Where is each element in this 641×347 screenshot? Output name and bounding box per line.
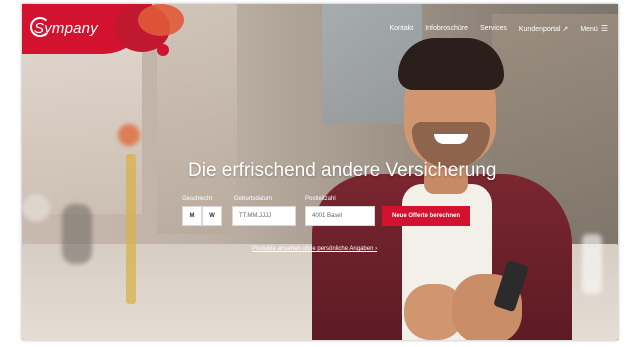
birthdate-input[interactable]: TT.MM.JJJJ [232, 206, 296, 226]
nav-menu-label: Menü [580, 26, 598, 33]
page-frame: Sympany Kontakt Infobroschüre Services K… [22, 4, 618, 340]
traffic-light-pole [126, 154, 136, 304]
form-labels: Geschlecht Geburtsdatum Postleitzahl [182, 196, 512, 206]
logo-bubble [138, 4, 184, 36]
background-pedestrian [62, 204, 92, 264]
nav-item-kontakt[interactable]: Kontakt [389, 25, 413, 32]
gender-label: Geschlecht [182, 196, 213, 202]
person-smile [434, 134, 468, 144]
logo-bubble [157, 44, 169, 56]
gender-toggle: M W [182, 206, 222, 226]
postcode-input[interactable]: 4001 Basel [305, 206, 375, 226]
hamburger-icon: ☰ [600, 24, 608, 33]
background-bokeh [22, 194, 50, 222]
traffic-light [118, 124, 140, 146]
logo[interactable]: Sympany [22, 4, 202, 66]
calculate-offer-button[interactable]: Neue Offerte berechnen [382, 206, 470, 226]
nav-item-services[interactable]: Services [480, 25, 507, 32]
nav-item-kundenportal[interactable]: Kundenportal ↗ [519, 25, 568, 33]
top-navigation: Kontakt Infobroschüre Services Kundenpor… [389, 24, 608, 33]
gender-m-button[interactable]: M [182, 206, 202, 226]
logo-text: Sympany [34, 20, 98, 37]
background-bokeh [582, 234, 602, 294]
postcode-label: Postleitzahl [305, 196, 336, 202]
nav-item-infobroschuere[interactable]: Infobroschüre [425, 25, 468, 32]
hero-person-image [312, 34, 572, 340]
person-hair [398, 38, 504, 90]
view-products-link[interactable]: Produkte ansehen ohne persönliche Angabe… [252, 246, 377, 252]
birthdate-label: Geburtsdatum [234, 196, 273, 202]
hero-headline: Die erfrischend andere Versicherung [188, 160, 497, 181]
nav-item-menu[interactable]: Menü ☰ [580, 24, 608, 33]
gender-w-button[interactable]: W [202, 206, 222, 226]
